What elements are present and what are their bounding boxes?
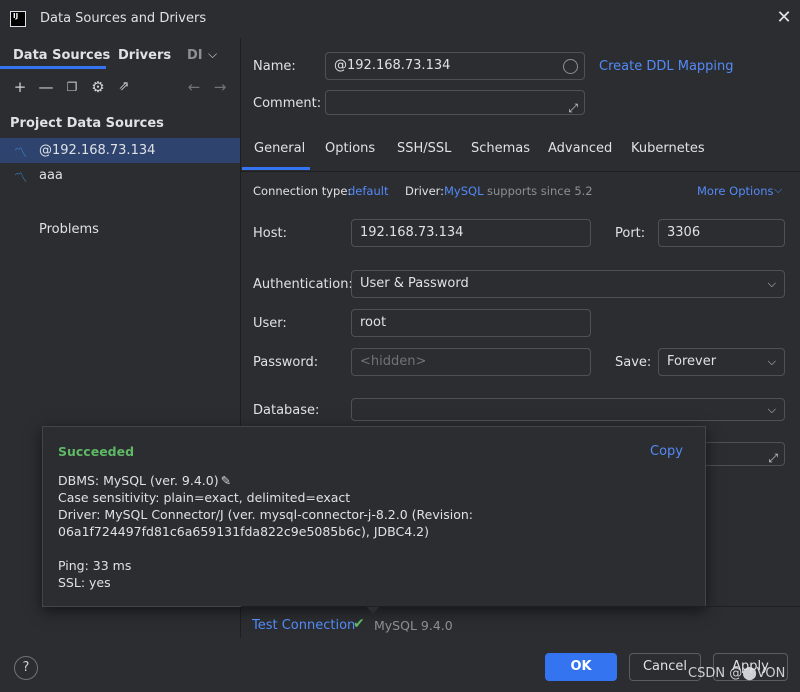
password-input[interactable]: <hidden> <box>351 348 591 376</box>
close-icon[interactable]: ✕ <box>774 8 794 28</box>
create-ddl-link[interactable]: Create DDL Mapping <box>599 59 734 74</box>
ssl-line: SSL: yes <box>58 575 111 590</box>
status-succeeded: Succeeded <box>58 444 135 459</box>
forward-arrow-icon[interactable]: → <box>211 78 229 96</box>
list-item-label: @192.168.73.134 <box>39 143 156 158</box>
save-select[interactable]: Forever ⌵ <box>658 348 785 376</box>
edit-pencil-icon[interactable]: ✎ <box>221 473 231 488</box>
url-input[interactable]: ⤢ <box>700 442 785 466</box>
copy-link[interactable]: Copy <box>650 444 683 459</box>
ok-button[interactable]: OK <box>545 653 617 681</box>
driver-note: supports since 5.2 <box>487 184 593 198</box>
section-title: Project Data Sources <box>10 116 164 131</box>
color-circle-icon[interactable] <box>563 59 578 74</box>
mysql-icon: 〽 <box>14 171 28 186</box>
active-tab-indicator <box>242 167 310 170</box>
remove-icon[interactable]: — <box>37 78 55 96</box>
tab-data-sources[interactable]: Data Sources <box>13 48 110 63</box>
add-icon[interactable]: + <box>11 78 29 96</box>
chevron-down-icon: ⌵ <box>767 355 776 368</box>
back-arrow-icon[interactable]: ← <box>185 78 203 96</box>
active-tab-indicator <box>0 66 106 69</box>
app-logo-icon: IJ <box>10 11 26 27</box>
help-button[interactable]: ? <box>14 656 38 680</box>
chevron-down-icon[interactable]: ⌵ <box>774 183 782 197</box>
driver-link[interactable]: MySQL <box>444 184 484 198</box>
auth-select[interactable]: User & Password ⌵ <box>351 270 785 298</box>
name-input[interactable]: @192.168.73.134 <box>325 52 585 80</box>
dbms-line: DBMS: MySQL (ver. 9.4.0) ✎ <box>58 473 232 488</box>
check-icon: ✔ <box>353 616 365 632</box>
comment-input[interactable]: ⤢ <box>325 90 585 115</box>
chevron-down-icon[interactable]: ⌵ <box>208 47 217 62</box>
gear-icon[interactable]: ⚙ <box>89 78 107 96</box>
conn-type-link[interactable]: default <box>348 184 388 198</box>
duplicate-icon[interactable]: ❐ <box>63 78 81 96</box>
name-label: Name: <box>253 59 296 74</box>
open-external-icon[interactable]: ⇗ <box>115 78 133 96</box>
driver-line: Driver: MySQL Connector/J (ver. mysql-co… <box>58 507 473 522</box>
host-label: Host: <box>253 226 287 241</box>
port-label: Port: <box>615 226 646 241</box>
tab-drivers[interactable]: Drivers <box>118 48 171 63</box>
list-item-label: aaa <box>39 168 63 183</box>
comment-label: Comment: <box>253 96 322 111</box>
more-options-link[interactable]: More Options <box>697 184 774 198</box>
tabs-divider <box>241 171 800 172</box>
expand-icon[interactable]: ⤢ <box>568 95 578 121</box>
driver-label: Driver: <box>405 184 445 198</box>
test-connection-popup: Succeeded Copy DBMS: MySQL (ver. 9.4.0) ✎… <box>42 426 706 607</box>
auth-label: Authentication: <box>253 277 353 292</box>
save-label: Save: <box>615 355 652 370</box>
host-input[interactable]: 192.168.73.134 <box>351 219 591 247</box>
tab-general[interactable]: General <box>254 141 305 156</box>
tab-advanced[interactable]: Advanced <box>548 141 612 156</box>
chevron-down-icon: ⌵ <box>767 277 776 290</box>
problems-item[interactable]: Problems <box>39 222 99 237</box>
conn-type-label: Connection type: <box>253 184 352 198</box>
tab-ddl[interactable]: DI <box>187 48 203 63</box>
mysql-icon: 〽 <box>14 146 28 161</box>
case-sensitivity-line: Case sensitivity: plain=exact, delimited… <box>58 490 351 505</box>
list-item-datasource[interactable] <box>0 163 240 188</box>
port-input[interactable]: 3306 <box>658 219 785 247</box>
driver-revision-line: 06a1f724497fd81c6a659131fda822c9e5085b6c… <box>58 524 429 539</box>
tab-kubernetes[interactable]: Kubernetes <box>631 141 705 156</box>
popup-pointer <box>366 606 380 614</box>
test-result: MySQL 9.4.0 <box>374 618 453 633</box>
tab-schemas[interactable]: Schemas <box>471 141 530 156</box>
ping-line: Ping: 33 ms <box>58 558 132 573</box>
user-input[interactable]: root <box>351 309 591 337</box>
bottom-divider <box>241 606 800 607</box>
database-label: Database: <box>253 403 320 418</box>
window-title: Data Sources and Drivers <box>40 11 207 26</box>
user-label: User: <box>253 316 287 331</box>
tab-options[interactable]: Options <box>325 141 375 156</box>
tab-ssh-ssl[interactable]: SSH/SSL <box>397 141 451 156</box>
watermark: CSDN @⬤VON <box>688 666 786 681</box>
test-connection-link[interactable]: Test Connection <box>252 618 355 633</box>
chevron-down-icon: ⌵ <box>767 403 776 416</box>
expand-icon[interactable]: ⤢ <box>768 445 778 471</box>
database-select[interactable]: ⌵ <box>351 398 785 421</box>
password-label: Password: <box>253 355 319 370</box>
